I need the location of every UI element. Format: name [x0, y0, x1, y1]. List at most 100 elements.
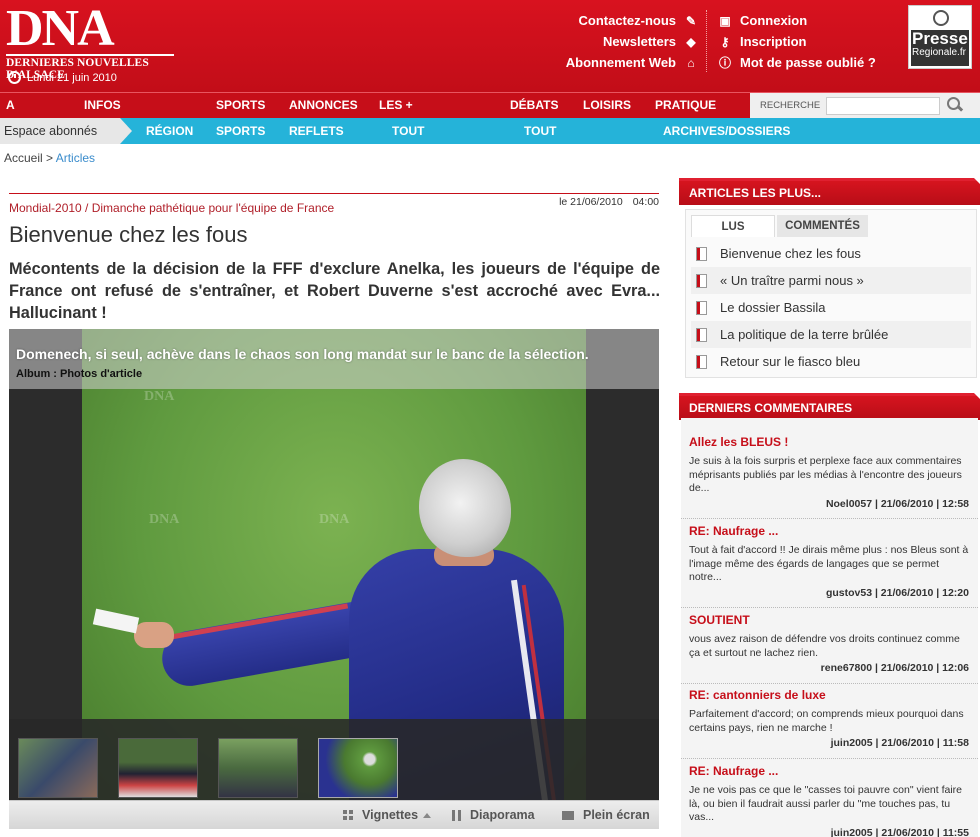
slideshow-label: Diaporama [470, 808, 535, 822]
tab-most-commented[interactable]: COMMENTÉS [777, 215, 868, 237]
site-header: DNA DERNIERES NOUVELLES D'ALSACE Lundi 2… [0, 0, 980, 92]
thumbnail[interactable] [218, 738, 298, 798]
comment-title[interactable]: RE: Naufrage ... [689, 764, 969, 778]
search-label: RECHERCHE [760, 100, 821, 111]
article-lead: Mécontents de la décision de la FFF d'ex… [9, 260, 660, 322]
nav-item-annonces[interactable]: ANNONCES [289, 93, 358, 118]
forgot-password-link[interactable]: ⓘ Mot de passe oublié ? [718, 52, 876, 73]
thumbnails-button[interactable]: Vignettes [343, 808, 432, 822]
nav-item-pratique[interactable]: PRATIQUE [655, 93, 716, 118]
comment-meta: Noel0057 | 21/06/2010 | 12:58 [825, 497, 969, 510]
comment-item: SOUTIENT vous avez raison de défendre vo… [689, 613, 969, 674]
search-icon[interactable] [946, 96, 964, 114]
contact-link[interactable]: Contactez-nous ✎ [540, 10, 698, 31]
photo-toolbar: Vignettes Diaporama Plein écran [9, 800, 659, 829]
comment-divider [681, 683, 978, 684]
subscription-link[interactable]: Abonnement Web ⌂ [540, 52, 698, 73]
subscription-link-label: Abonnement Web [565, 55, 676, 70]
main-nav: A LA UNE INFOS GÉNÉRALES SPORTS ANNONCES… [0, 92, 980, 162]
comment-title[interactable]: RE: cantonniers de luxe [689, 688, 969, 702]
article-datetime: le 21/06/2010 04:00 [549, 196, 659, 208]
article-category[interactable]: Mondial-2010 / Dimanche pathétique pour … [9, 201, 334, 215]
arrow-up-icon [423, 812, 432, 818]
slideshow-button[interactable]: Diaporama [452, 808, 535, 822]
photo-album-label[interactable]: Album : Photos d'article [16, 368, 142, 380]
photo-watermark: DNA [149, 512, 180, 527]
subscriber-area-link[interactable]: Espace abonnés [0, 118, 132, 144]
login-link[interactable]: ▣ Connexion [718, 10, 876, 31]
newsletters-link-label: Newsletters [603, 34, 676, 49]
list-item[interactable]: Bienvenue chez les fous [691, 240, 971, 267]
comment-meta: juin2005 | 21/06/2010 | 11:55 [830, 826, 969, 837]
photo-figure-head [419, 459, 511, 557]
article-title: Bienvenue chez les fous [9, 222, 248, 247]
tag-icon: ◆ [686, 34, 696, 49]
list-item-label: Retour sur le fiasco bleu [720, 354, 861, 369]
presse-title: Presse [912, 29, 968, 48]
nav2-item-archives[interactable]: ARCHIVES/DOSSIERS [663, 118, 790, 144]
article-time: 04:00 [632, 196, 659, 208]
comment-text: Parfaitement d'accord; on comprends mieu… [689, 708, 964, 734]
comments-header: DERNIERS COMMENTAIRES [679, 393, 980, 420]
comment-divider [681, 518, 978, 519]
emblem-icon [933, 10, 949, 26]
lock-icon: ▣ [719, 13, 731, 28]
thumbnails-label: Vignettes [362, 808, 419, 822]
comment-meta: juin2005 | 21/06/2010 | 11:58 [830, 737, 969, 749]
thumbnail[interactable] [118, 738, 198, 798]
nav2-item-reflets[interactable]: REFLETS DNA [289, 118, 344, 170]
comments-title: DERNIERS COMMENTAIRES [689, 401, 853, 415]
comments-list: Allez les BLEUS ! Je suis à la fois surp… [681, 418, 978, 837]
breadcrumb-current[interactable]: Articles [56, 151, 95, 165]
clock-icon [8, 71, 21, 84]
secondary-nav: Espace abonnés RÉGION SPORTS REFLETS DNA… [0, 118, 980, 216]
nav-item-debats[interactable]: DÉBATS [510, 93, 558, 118]
comment-text: Je suis à la fois surpris et perplexe fa… [689, 455, 962, 494]
list-item-label: Le dossier Bassila [720, 300, 826, 315]
comment-item: RE: Naufrage ... Tout à fait d'accord !!… [689, 524, 969, 599]
breadcrumb-home[interactable]: Accueil [4, 151, 43, 165]
comment-meta: rene67800 | 21/06/2010 | 12:06 [820, 662, 969, 674]
info-icon: ⓘ [718, 56, 731, 70]
nav-item-sports[interactable]: SPORTS [216, 93, 265, 118]
nav2-item-sports[interactable]: SPORTS [216, 118, 265, 144]
comment-divider [681, 758, 978, 759]
nav2-item-bas-rhin[interactable]: TOUT LE BAS-RHIN [392, 118, 424, 222]
header-links-left: Contactez-nous ✎ Newsletters ◆ Abonnement … [540, 10, 698, 73]
comment-title[interactable]: SOUTIENT [689, 613, 969, 627]
thumbnail[interactable] [18, 738, 98, 798]
comment-title[interactable]: RE: Naufrage ... [689, 524, 969, 538]
list-item-label: « Un traître parmi nous » [720, 273, 864, 288]
most-read-list: Bienvenue chez les fous « Un traître par… [691, 240, 971, 375]
list-item[interactable]: Le dossier Bassila [691, 294, 971, 321]
photo-figure-hand [134, 622, 174, 648]
article-date: le 21/06/2010 [559, 196, 623, 208]
list-item[interactable]: La politique de la terre brûlée [691, 321, 971, 348]
nav-item-loisirs[interactable]: LOISIRS [583, 93, 631, 118]
tab-most-read[interactable]: LUS [691, 215, 775, 237]
nav-item-a-la-une[interactable]: A LA UNE [6, 93, 31, 162]
presse-regionale-logo[interactable]: Presse Regionale.fr [908, 5, 972, 69]
header-date: Lundi 21 juin 2010 [8, 71, 117, 84]
grid-icon [343, 810, 353, 820]
fullscreen-button[interactable]: Plein écran [562, 808, 650, 822]
comment-item: Allez les BLEUS ! Je suis à la fois surp… [689, 435, 969, 510]
document-icon [696, 327, 707, 342]
nav-item-multimedia[interactable]: LES + MULTIMÉDIA [379, 93, 453, 137]
comment-title[interactable]: Allez les BLEUS ! [689, 435, 969, 449]
site-logo[interactable]: DNA DERNIERES NOUVELLES D'ALSACE [6, 0, 178, 81]
logo-main-text: DNA [6, 0, 115, 57]
list-item[interactable]: « Un traître parmi nous » [691, 267, 971, 294]
newsletters-link[interactable]: Newsletters ◆ [540, 31, 698, 52]
date-text: Lundi 21 juin 2010 [27, 71, 117, 84]
nav-item-infos-generales[interactable]: INFOS GÉNÉRALES [84, 93, 159, 137]
fullscreen-icon [562, 810, 574, 820]
list-item[interactable]: Retour sur le fiasco bleu [691, 348, 971, 375]
search-input[interactable] [826, 97, 940, 115]
thumbnail-active[interactable] [318, 738, 398, 798]
photo-viewer[interactable]: DNA DNA DNA DNA Domenech, si seul, achèv… [9, 329, 659, 800]
nav2-item-region[interactable]: RÉGION [146, 118, 193, 144]
contact-link-label: Contactez-nous [578, 13, 677, 28]
breadcrumb: Accueil > Articles [4, 151, 95, 165]
register-link[interactable]: ⚷ Inscription [718, 31, 876, 52]
